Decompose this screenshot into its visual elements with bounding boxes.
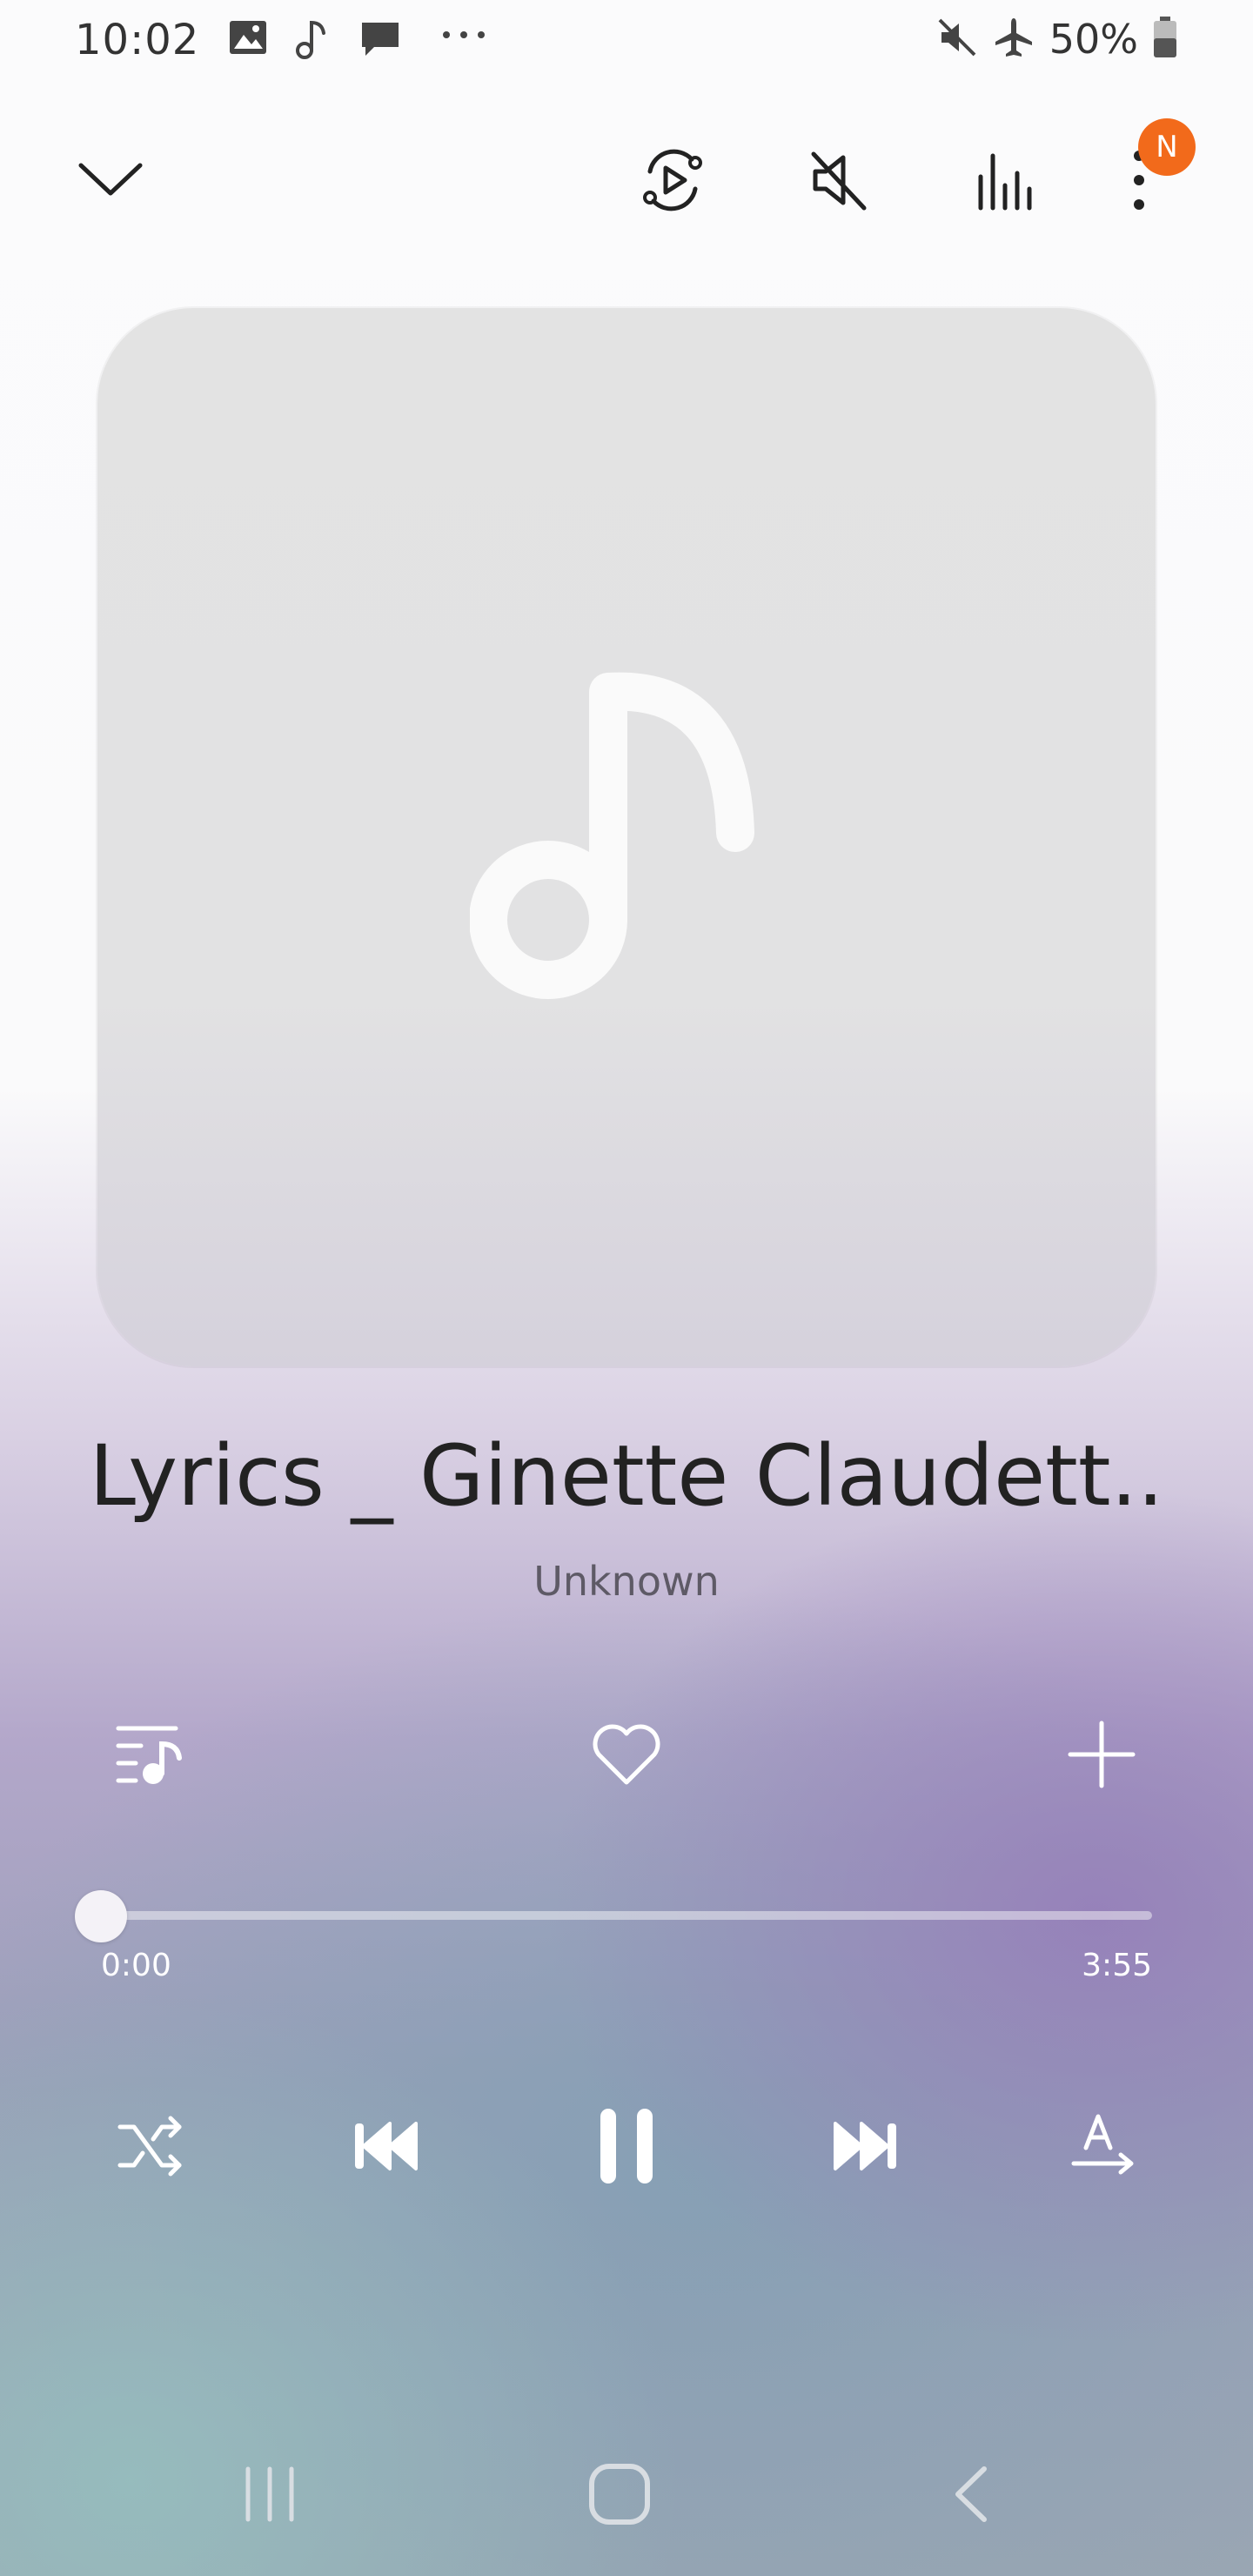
equalizer-icon	[978, 153, 1032, 211]
queue-button[interactable]	[97, 1702, 202, 1807]
smart-view-icon	[643, 149, 702, 211]
airplane-icon	[992, 16, 1035, 63]
previous-icon	[355, 2122, 418, 2170]
chevron-down-icon	[78, 163, 143, 196]
elapsed-time: 0:00	[101, 1948, 171, 1983]
battery-icon	[1152, 16, 1178, 63]
volume-button[interactable]	[792, 132, 888, 228]
notification-badge: N	[1138, 118, 1196, 176]
track-artist[interactable]: Unknown	[0, 1558, 1253, 1605]
home-button[interactable]	[559, 2442, 680, 2546]
image-icon	[228, 17, 268, 61]
favorite-button[interactable]	[574, 1702, 679, 1807]
progress-thumb[interactable]	[75, 1890, 127, 1942]
more-dots-icon	[439, 26, 488, 47]
back-button[interactable]	[910, 2442, 1032, 2546]
queue-icon	[116, 1726, 182, 1784]
equalizer-button[interactable]	[957, 132, 1053, 228]
recents-icon	[245, 2466, 294, 2522]
mute-icon	[936, 17, 978, 62]
music-note-icon	[294, 17, 329, 63]
progress-track[interactable]	[101, 1911, 1152, 1920]
home-icon	[589, 2464, 650, 2525]
message-icon	[358, 17, 402, 64]
back-icon	[955, 2466, 987, 2522]
status-time: 10:02	[75, 16, 200, 64]
smart-view-button[interactable]	[625, 132, 720, 228]
pause-icon	[600, 2109, 653, 2184]
status-bar: 10:02 50%	[0, 0, 1253, 83]
shuffle-icon	[117, 2116, 182, 2177]
music-note-placeholder-icon	[470, 672, 754, 999]
next-icon	[834, 2122, 896, 2170]
favorite-heart-icon	[593, 1724, 660, 1785]
collapse-button[interactable]	[63, 131, 158, 226]
volume-mute-icon	[811, 151, 867, 211]
lyrics-button[interactable]	[1042, 2085, 1164, 2207]
add-icon	[1068, 1721, 1136, 1788]
pause-button[interactable]	[566, 2085, 687, 2207]
track-title: Lyrics _ Ginette Claudett..	[89, 1427, 1164, 1525]
lyrics-translate-icon	[1071, 2114, 1134, 2175]
shuffle-button[interactable]	[90, 2085, 212, 2207]
next-button[interactable]	[804, 2085, 926, 2207]
add-to-playlist-button[interactable]	[1049, 1702, 1154, 1807]
total-duration: 3:55	[1082, 1948, 1152, 1983]
battery-percent: 50%	[1049, 16, 1138, 63]
recents-button[interactable]	[209, 2442, 331, 2546]
album-art	[97, 308, 1156, 1366]
previous-button[interactable]	[325, 2085, 447, 2207]
